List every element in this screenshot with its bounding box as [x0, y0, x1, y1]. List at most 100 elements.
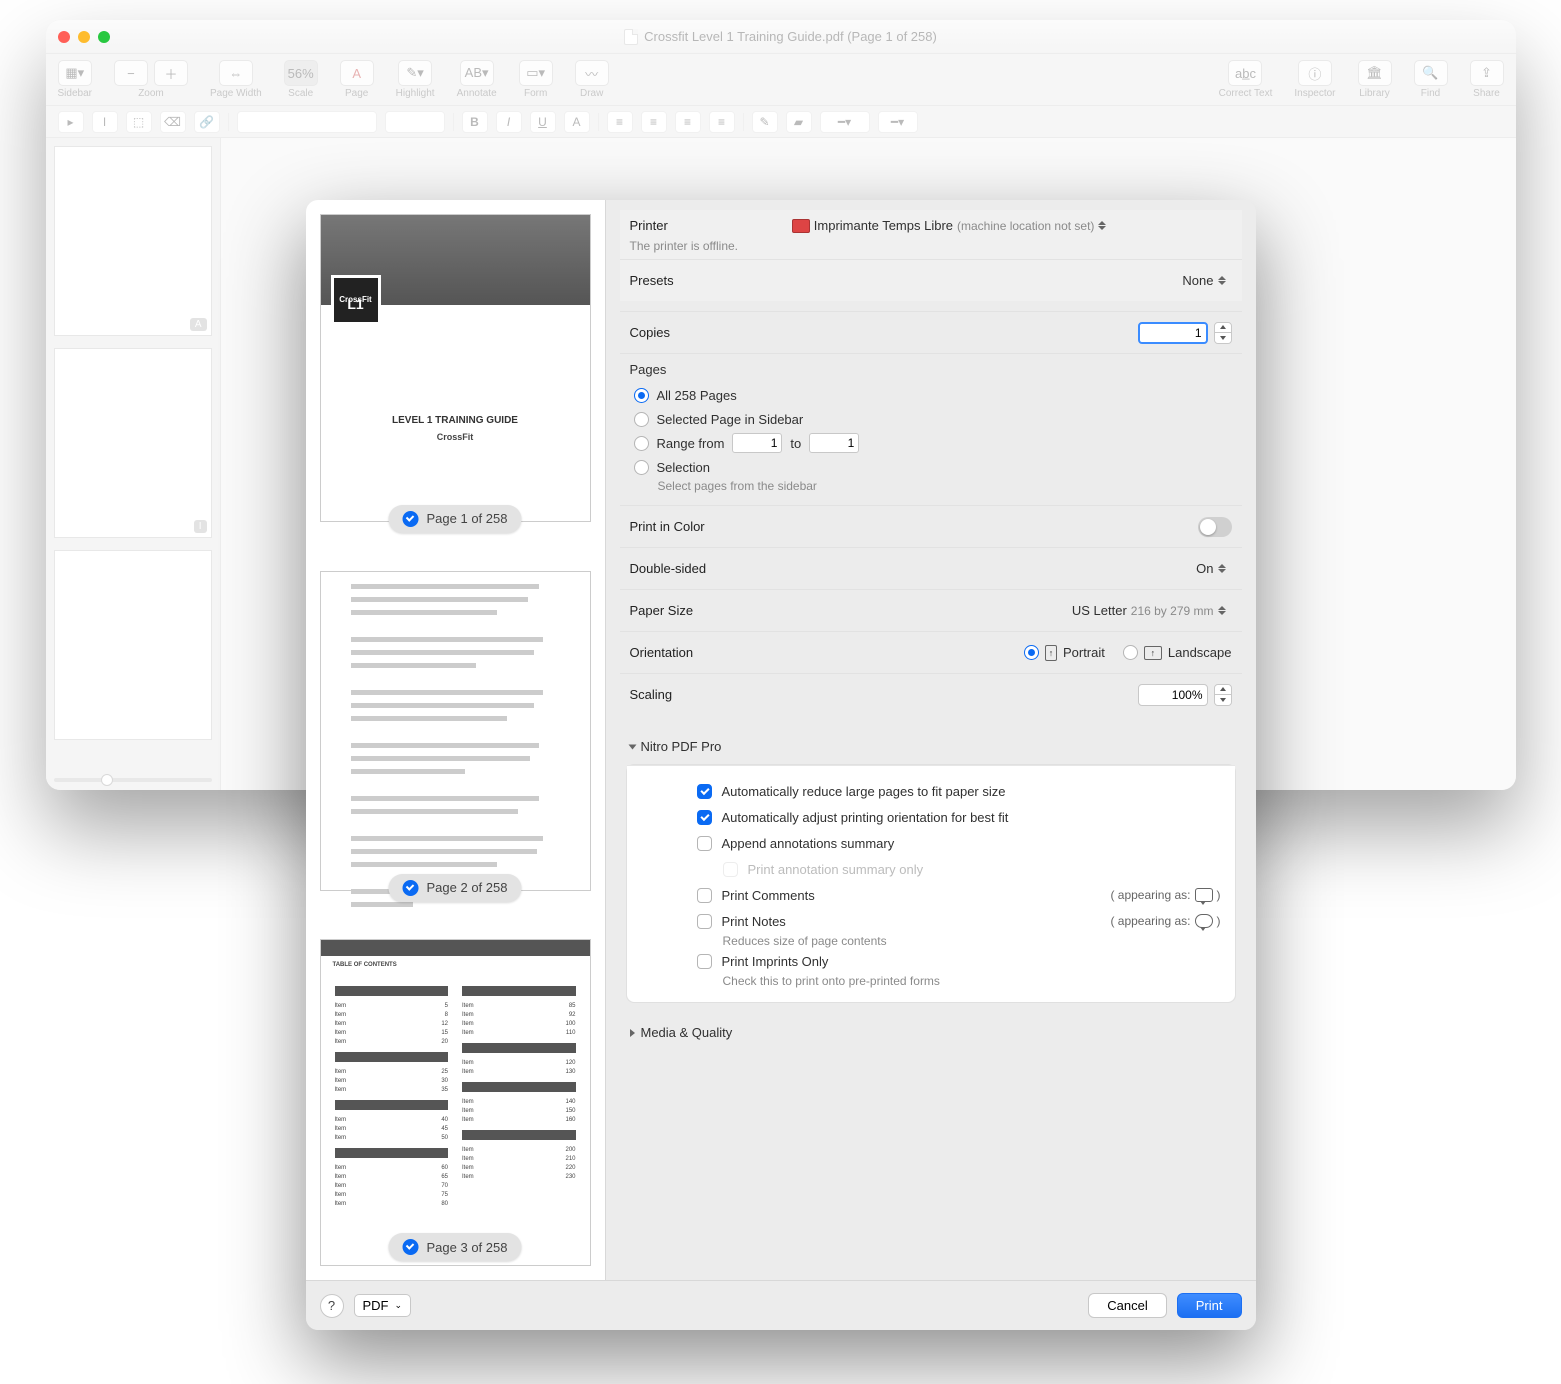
thumbnail-badge: A	[190, 318, 207, 331]
library-button[interactable]: 🏛	[1358, 60, 1392, 86]
document-icon	[624, 29, 638, 45]
preview-page[interactable]: CrossFit L1 LEVEL 1 TRAINING GUIDE Cross…	[320, 214, 591, 522]
link-tool-button[interactable]: 🔗	[194, 111, 220, 133]
text-color-button[interactable]: A	[564, 111, 590, 133]
disclosure-triangle-icon[interactable]	[630, 1029, 635, 1037]
toolbar-label: Find	[1421, 88, 1440, 99]
nitro-section-label: Nitro PDF Pro	[641, 739, 722, 754]
find-button[interactable]: 🔍	[1414, 60, 1448, 86]
disclosure-triangle-icon[interactable]	[628, 744, 636, 749]
preview-title: LEVEL 1 TRAINING GUIDE	[321, 415, 590, 426]
highlight-button[interactable]: ✎▾	[398, 60, 432, 86]
zoom-window-button[interactable]	[98, 31, 110, 43]
align-center-button[interactable]: ≡	[641, 111, 667, 133]
presets-select[interactable]: None	[1178, 271, 1231, 290]
range-to-input[interactable]	[809, 433, 859, 453]
copies-input[interactable]	[1138, 322, 1208, 344]
pages-range-radio[interactable]	[634, 436, 649, 451]
copies-stepper[interactable]	[1214, 322, 1232, 344]
font-size-select[interactable]	[385, 111, 445, 133]
zoom-out-button[interactable]: −	[114, 60, 148, 86]
toolbar-label: Page Width	[210, 88, 262, 99]
print-notes-checkbox[interactable]	[697, 914, 712, 929]
font-select[interactable]	[237, 111, 377, 133]
preview-page[interactable]: TABLE OF CONTENTS Item5Item8Item12Item15…	[320, 939, 591, 1266]
window-title: Crossfit Level 1 Training Guide.pdf (Pag…	[46, 29, 1516, 45]
preview-page-badge: Page 2 of 258	[389, 874, 522, 902]
help-button[interactable]: ?	[320, 1294, 344, 1318]
scaling-input[interactable]	[1138, 684, 1208, 706]
print-button[interactable]: Print	[1177, 1293, 1242, 1318]
main-toolbar: ▦▾ Sidebar − ＋ Zoom ⇔ Page Width 56% Sca…	[46, 54, 1516, 106]
printer-select[interactable]: Imprimante Temps Libre (machine location…	[788, 216, 1113, 235]
share-button[interactable]: ⇪	[1470, 60, 1504, 86]
pages-selected-label: Selected Page in Sidebar	[657, 412, 804, 427]
thumbnail-size-slider[interactable]	[54, 778, 212, 782]
pages-all-radio[interactable]	[634, 388, 649, 403]
sidebar-thumbnail[interactable]: A	[54, 146, 212, 336]
toolbar-label: Page	[345, 88, 368, 99]
draw-button[interactable]: 〰	[575, 60, 609, 86]
close-window-button[interactable]	[58, 31, 70, 43]
note-icon	[1195, 914, 1213, 928]
print-comments-checkbox[interactable]	[697, 888, 712, 903]
cursor-tool-button[interactable]: ▸	[58, 111, 84, 133]
toolbar-label: Library	[1359, 88, 1390, 99]
pages-range-label: Range from	[657, 436, 725, 451]
stroke-color-button[interactable]: ✎	[752, 111, 778, 133]
sidebar-thumbnail[interactable]: I	[54, 348, 212, 538]
range-from-input[interactable]	[732, 433, 782, 453]
printer-label: Printer	[630, 218, 668, 233]
form-button[interactable]: ▭▾	[519, 60, 553, 86]
align-justify-button[interactable]: ≡	[709, 111, 735, 133]
scale-field[interactable]: 56%	[284, 60, 318, 86]
color-toggle[interactable]	[1198, 517, 1232, 537]
append-annotations-checkbox[interactable]	[697, 836, 712, 851]
portrait-icon: ↑	[1045, 645, 1057, 661]
text-tool-button[interactable]: I	[92, 111, 118, 133]
line-weight-select[interactable]: ━▾	[820, 111, 870, 133]
toolbar-label: Inspector	[1294, 88, 1335, 99]
pages-selection-radio[interactable]	[634, 460, 649, 475]
fill-color-button[interactable]: ▰	[786, 111, 812, 133]
double-sided-label: Double-sided	[630, 561, 707, 576]
align-right-button[interactable]: ≡	[675, 111, 701, 133]
toolbar-label: Highlight	[396, 88, 435, 99]
marquee-tool-button[interactable]: ⬚	[126, 111, 152, 133]
print-imprints-checkbox[interactable]	[697, 954, 712, 969]
pages-selected-radio[interactable]	[634, 412, 649, 427]
sidebar-toggle-button[interactable]: ▦▾	[58, 60, 92, 86]
pdf-menu-button[interactable]: PDF ⌄	[354, 1294, 412, 1317]
scaling-stepper[interactable]	[1214, 684, 1232, 706]
landscape-radio[interactable]	[1123, 645, 1138, 660]
line-style-select[interactable]: ━▾	[878, 111, 918, 133]
paper-size-select[interactable]: US Letter 216 by 279 mm	[1068, 601, 1232, 620]
cancel-button[interactable]: Cancel	[1088, 1293, 1166, 1318]
minimize-window-button[interactable]	[78, 31, 90, 43]
correct-text-button[interactable]: ab̲c	[1228, 60, 1262, 86]
portrait-radio[interactable]	[1024, 645, 1039, 660]
page-tool-button[interactable]: A	[340, 60, 374, 86]
auto-reduce-checkbox[interactable]	[697, 784, 712, 799]
italic-button[interactable]: I	[496, 111, 522, 133]
annotate-button[interactable]: AB▾	[460, 60, 494, 86]
dialog-footer: ? PDF ⌄ Cancel Print	[306, 1280, 1256, 1330]
presets-label: Presets	[630, 273, 674, 288]
pages-selection-hint: Select pages from the sidebar	[658, 479, 1232, 493]
print-notes-hint: Reduces size of page contents	[723, 934, 1221, 948]
eraser-tool-button[interactable]: ⌫	[160, 111, 186, 133]
page-width-button[interactable]: ⇔	[219, 60, 253, 86]
preview-page[interactable]: Page 2 of 258	[320, 571, 591, 891]
print-preview-panel: CrossFit L1 LEVEL 1 TRAINING GUIDE Cross…	[306, 200, 606, 1280]
append-annotations-label: Append annotations summary	[722, 836, 895, 851]
printer-status: The printer is offline.	[630, 239, 1113, 253]
align-left-button[interactable]: ≡	[607, 111, 633, 133]
inspector-button[interactable]: ⓘ	[1298, 60, 1332, 86]
sidebar-thumbnail[interactable]	[54, 550, 212, 740]
underline-button[interactable]: U	[530, 111, 556, 133]
auto-reduce-label: Automatically reduce large pages to fit …	[722, 784, 1006, 799]
bold-button[interactable]: B	[462, 111, 488, 133]
zoom-in-button[interactable]: ＋	[154, 60, 188, 86]
double-sided-select[interactable]: On	[1192, 559, 1231, 578]
auto-orient-checkbox[interactable]	[697, 810, 712, 825]
